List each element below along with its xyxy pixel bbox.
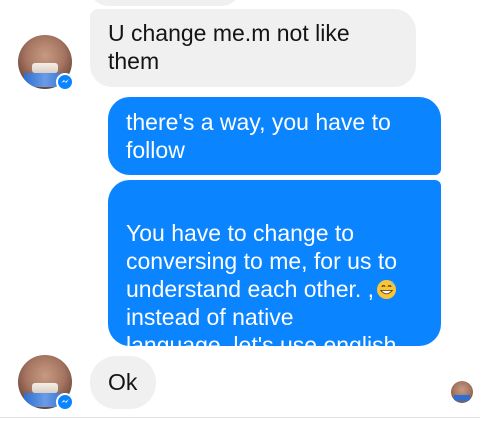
grinning-sweat-emoji-icon: [377, 279, 397, 300]
message-bubble-incoming[interactable]: Ok: [90, 356, 156, 409]
seen-avatar-icon: [451, 381, 473, 403]
message-bubble-outgoing[interactable]: You have to change to conversing to me, …: [108, 180, 441, 358]
message-bubble-incoming[interactable]: U change me.m not like them: [90, 9, 416, 87]
message-text: instead of native language ,let's use en…: [126, 304, 397, 358]
message-text: You have to change to conversing to me, …: [126, 220, 398, 302]
divider: [0, 417, 480, 418]
messenger-badge-icon: [56, 393, 74, 411]
message-bubble-outgoing[interactable]: there's a way, you have to follow: [108, 97, 441, 175]
messenger-badge-icon: [56, 73, 74, 91]
contact-avatar[interactable]: [18, 355, 74, 411]
contact-avatar[interactable]: [18, 35, 74, 91]
message-bubble-partial[interactable]: [90, 0, 240, 6]
